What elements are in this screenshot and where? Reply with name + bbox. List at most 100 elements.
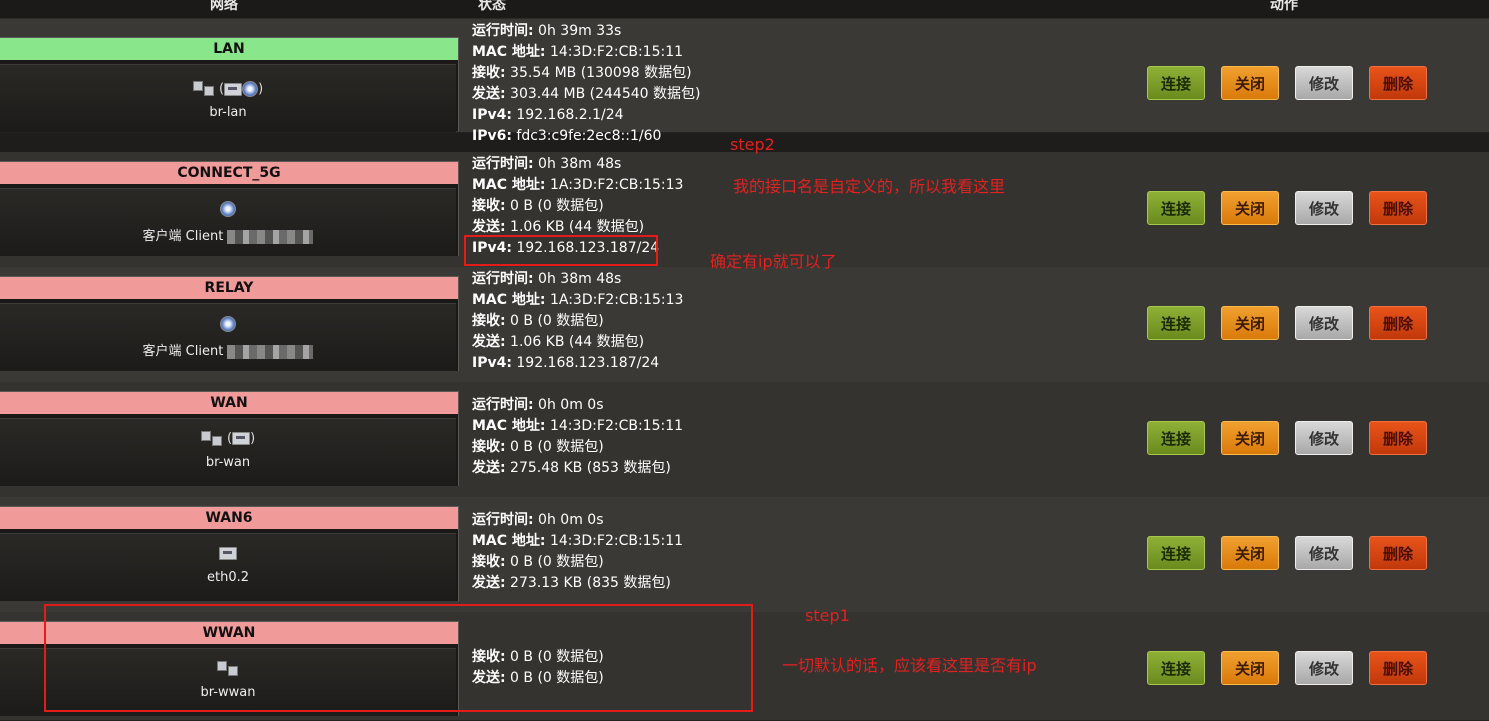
- status-line: 运行时间: 0h 0m 0s: [472, 512, 604, 528]
- interface-row-lan: LAN () br-lan 运行时间: 0h 39m 33s MAC 地址: 1…: [0, 19, 1489, 144]
- interface-badge: LAN () br-lan: [0, 37, 459, 132]
- interface-name: CONNECT_5G: [0, 162, 458, 184]
- connect-button[interactable]: 连接: [1147, 651, 1205, 685]
- header-network: 网络: [210, 0, 238, 13]
- interface-device-box: () br-wan: [0, 418, 456, 486]
- interface-icons: [0, 546, 456, 564]
- close-button[interactable]: 关闭: [1221, 421, 1279, 455]
- annotation-wwan-highlight: [44, 604, 753, 712]
- interface-icons: [0, 316, 456, 334]
- annotation-step1-note: 一切默认的话，应该看这里是否有ip: [782, 656, 1037, 675]
- bridge-icon: [211, 435, 222, 446]
- annotation-step1: step1: [805, 606, 850, 625]
- interface-device-box: 客户端 Client: [0, 303, 456, 371]
- edit-button[interactable]: 修改: [1295, 421, 1353, 455]
- status-line: 运行时间: 0h 0m 0s: [472, 397, 604, 413]
- interface-icons: (): [0, 430, 456, 449]
- connect-button[interactable]: 连接: [1147, 191, 1205, 225]
- wifi-icon: [220, 316, 236, 332]
- annotation-step2-note: 我的接口名是自定义的，所以我看这里: [733, 177, 1006, 196]
- status-line: MAC 地址: 14:3D:F2:CB:15:11: [472, 533, 684, 549]
- interface-row-wan6: WAN6 eth0.2 运行时间: 0h 0m 0s MAC 地址: 14:3D…: [0, 497, 1489, 613]
- interface-name: WAN: [0, 392, 458, 414]
- connect-button[interactable]: 连接: [1147, 421, 1205, 455]
- status-line: 运行时间: 0h 38m 48s: [472, 271, 622, 287]
- close-button[interactable]: 关闭: [1221, 191, 1279, 225]
- interface-status: 运行时间: 0h 0m 0s MAC 地址: 14:3D:F2:CB:15:11…: [472, 510, 683, 594]
- annotation-step2-ip-note: 确定有ip就可以了: [710, 252, 837, 271]
- interface-name: LAN: [0, 38, 458, 60]
- interface-badge: WAN () br-wan: [0, 391, 459, 486]
- status-line: MAC 地址: 14:3D:F2:CB:15:11: [472, 418, 684, 434]
- bridge-icon: [203, 86, 214, 96]
- status-line: MAC 地址: 1A:3D:F2:CB:15:13: [472, 177, 684, 193]
- status-line: 接收: 0 B (0 数据包): [472, 198, 604, 214]
- ethernet-icon: [219, 547, 237, 560]
- close-button[interactable]: 关闭: [1221, 306, 1279, 340]
- interface-status: 运行时间: 0h 39m 33s MAC 地址: 14:3D:F2:CB:15:…: [472, 21, 700, 147]
- redacted-ssid: [227, 229, 314, 244]
- status-line: 接收: 0 B (0 数据包): [472, 554, 604, 570]
- status-line: MAC 地址: 14:3D:F2:CB:15:11: [472, 44, 684, 60]
- interface-name: WAN6: [0, 507, 458, 529]
- status-line: 接收: 35.54 MB (130098 数据包): [472, 65, 692, 81]
- interface-name: RELAY: [0, 277, 458, 299]
- connect-button[interactable]: 连接: [1147, 306, 1205, 340]
- edit-button[interactable]: 修改: [1295, 536, 1353, 570]
- status-line: 发送: 303.44 MB (244540 数据包): [472, 86, 701, 102]
- ethernet-icon: [232, 432, 251, 445]
- interface-badge: RELAY 客户端 Client: [0, 276, 459, 371]
- bridge-icon: [200, 430, 211, 441]
- delete-button[interactable]: 删除: [1369, 66, 1427, 100]
- status-line: 发送: 275.48 KB (853 数据包): [472, 460, 671, 476]
- interface-device: eth0.2: [206, 570, 249, 585]
- header-actions: 动作: [1270, 0, 1298, 13]
- interface-device-box: () br-lan: [0, 64, 456, 132]
- annotation-step2: step2: [730, 135, 775, 154]
- edit-button[interactable]: 修改: [1295, 651, 1353, 685]
- interface-icons: (): [0, 81, 456, 99]
- interface-device-box: eth0.2: [0, 533, 456, 601]
- status-line: 发送: 1.06 KB (44 数据包): [472, 334, 645, 350]
- status-line: 运行时间: 0h 38m 48s: [472, 156, 622, 172]
- redacted-ssid: [227, 344, 314, 359]
- ethernet-icon: [224, 82, 243, 96]
- interface-row-wan: WAN () br-wan 运行时间: 0h 0m 0s MAC 地址: 14:…: [0, 382, 1489, 498]
- annotation-ipv4-highlight: [464, 235, 658, 266]
- interface-device: br-wan: [205, 455, 251, 470]
- delete-button[interactable]: 删除: [1369, 421, 1427, 455]
- close-button[interactable]: 关闭: [1221, 651, 1279, 685]
- interface-status: 运行时间: 0h 0m 0s MAC 地址: 14:3D:F2:CB:15:11…: [472, 395, 683, 479]
- interface-status: 运行时间: 0h 38m 48s MAC 地址: 1A:3D:F2:CB:15:…: [472, 269, 683, 374]
- edit-button[interactable]: 修改: [1295, 66, 1353, 100]
- delete-button[interactable]: 删除: [1369, 191, 1427, 225]
- status-line: 发送: 273.13 KB (835 数据包): [472, 575, 671, 591]
- interface-badge: CONNECT_5G 客户端 Client: [0, 161, 459, 256]
- status-line: MAC 地址: 1A:3D:F2:CB:15:13: [472, 292, 684, 308]
- interface-badge: WAN6 eth0.2: [0, 506, 459, 601]
- close-button[interactable]: 关闭: [1221, 66, 1279, 100]
- status-line: 接收: 0 B (0 数据包): [472, 439, 604, 455]
- connect-button[interactable]: 连接: [1147, 66, 1205, 100]
- header-status: 状态: [478, 0, 506, 13]
- status-line: 接收: 0 B (0 数据包): [472, 313, 604, 329]
- connect-button[interactable]: 连接: [1147, 536, 1205, 570]
- edit-button[interactable]: 修改: [1295, 191, 1353, 225]
- status-line: IPv6: fdc3:c9fe:2ec8::1/60: [472, 128, 662, 144]
- wifi-icon: [220, 201, 236, 217]
- close-button[interactable]: 关闭: [1221, 536, 1279, 570]
- edit-button[interactable]: 修改: [1295, 306, 1353, 340]
- interface-device-box: 客户端 Client: [0, 188, 456, 256]
- delete-button[interactable]: 删除: [1369, 536, 1427, 570]
- wifi-icon: [242, 81, 259, 97]
- interface-row-relay: RELAY 客户端 Client 运行时间: 0h 38m 48s MAC 地址…: [0, 267, 1489, 383]
- status-line: 运行时间: 0h 39m 33s: [472, 23, 622, 39]
- interface-device: br-lan: [209, 105, 247, 120]
- status-line: IPv4: 192.168.123.187/24: [472, 355, 660, 371]
- interface-device: 客户端 Client: [0, 225, 456, 244]
- interface-icons: [0, 201, 456, 219]
- table-header: 网络 状态 动作: [0, 0, 1489, 19]
- delete-button[interactable]: 删除: [1369, 651, 1427, 685]
- delete-button[interactable]: 删除: [1369, 306, 1427, 340]
- interface-device: 客户端 Client: [0, 340, 456, 359]
